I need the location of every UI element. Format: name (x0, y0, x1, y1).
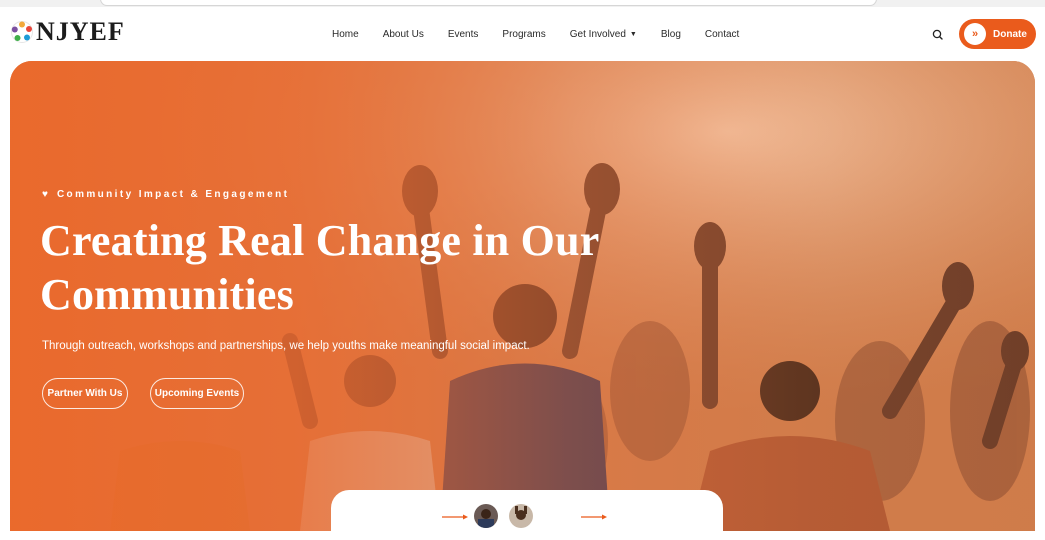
hero-tagline-text: Community Impact & Engagement (56, 189, 290, 200)
hero-content: ♥ Community Impact & Engagement Creating… (40, 189, 662, 409)
heart-icon: ♥ (42, 189, 48, 200)
nav-item-blog[interactable]: Blog (661, 25, 681, 45)
logo[interactable]: NJYEF (10, 17, 125, 46)
search-icon[interactable] (929, 26, 947, 44)
main-nav: Home About Us Events Programs Get Involv… (320, 25, 751, 45)
hero-title: Creating Real Change in Our Communities (40, 216, 599, 319)
nav-item-home[interactable]: Home (332, 25, 359, 45)
address-bar[interactable] (100, 0, 877, 6)
avatar (509, 504, 533, 528)
hero-tagline: ♥ Community Impact & Engagement (42, 189, 662, 200)
chevron-down-icon: ▼ (629, 31, 637, 38)
donate-label: Donate (993, 28, 1027, 40)
logo-mark-icon (11, 21, 33, 43)
donate-button[interactable]: » Donate (959, 19, 1036, 49)
upcoming-events-button[interactable]: Upcoming Events (150, 378, 244, 409)
nav-item-programs[interactable]: Programs (502, 25, 545, 45)
partner-with-us-button[interactable]: Partner With Us (42, 378, 128, 409)
site-header: NJYEF Home About Us Events Programs Get … (0, 7, 1045, 61)
nav-item-get-involved[interactable]: Get Involved ▼ (570, 25, 637, 45)
arrow-right-icon (581, 514, 607, 520)
nav-item-get-involved-label: Get Involved (569, 29, 626, 40)
chevrons-right-icon: » (964, 23, 986, 45)
nav-item-contact[interactable]: Contact (705, 25, 739, 45)
nav-item-about[interactable]: About Us (383, 25, 424, 45)
hero-cta-row: Partner With Us Upcoming Events (42, 378, 662, 409)
nav-item-events[interactable]: Events (448, 25, 479, 45)
hero-section: ♥ Community Impact & Engagement Creating… (10, 61, 1035, 531)
avatar (474, 504, 498, 528)
hero-bottom-tab (331, 490, 723, 540)
brand-name: NJYEF (36, 17, 125, 46)
arrow-right-icon (442, 514, 468, 520)
hero-subtitle: Through outreach, workshops and partners… (42, 340, 530, 352)
